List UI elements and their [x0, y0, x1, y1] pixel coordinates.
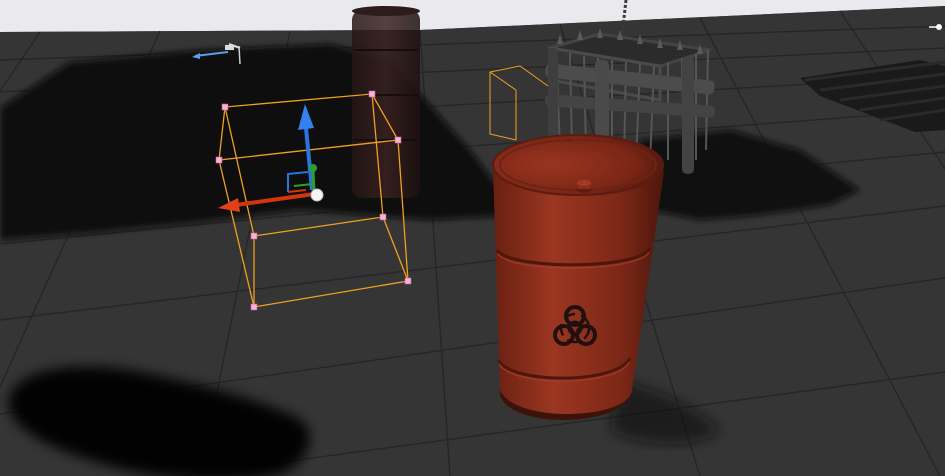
gizmo-center-handle[interactable]: [310, 188, 324, 202]
background-barrel[interactable]: [352, 6, 420, 198]
gizmo-handle-y[interactable]: [309, 164, 317, 172]
view-orientation-icon[interactable]: [929, 22, 943, 32]
scene-canvas[interactable]: [0, 0, 945, 476]
level-viewport[interactable]: [0, 0, 945, 476]
gizmo-axis-y[interactable]: [311, 169, 316, 193]
